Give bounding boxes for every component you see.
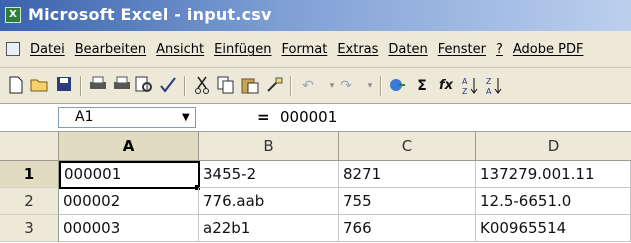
- column-header-row: A B C D: [0, 132, 631, 161]
- formula-bar: A1 ▼ = 000001: [0, 104, 631, 132]
- svg-text:A: A: [462, 77, 468, 86]
- toolbar-separator: [380, 76, 381, 96]
- svg-text:Z: Z: [486, 77, 492, 86]
- open-icon[interactable]: [30, 76, 50, 96]
- row-header-3[interactable]: 3: [0, 215, 59, 242]
- standard-toolbar: ↶ ▾ ↷ ▾ Σ fx AZ ZA: [0, 68, 631, 104]
- cell-a2[interactable]: 000002: [59, 188, 199, 215]
- document-icon[interactable]: [6, 42, 20, 56]
- cell-d3[interactable]: K00965514: [476, 215, 631, 242]
- menu-bearbeiten[interactable]: Bearbeiten: [71, 42, 152, 57]
- cell-b2[interactable]: 776.aab: [199, 188, 339, 215]
- redo-dropdown-icon[interactable]: ▾: [360, 76, 380, 96]
- svg-text:Z: Z: [462, 87, 468, 96]
- copy-icon[interactable]: [216, 76, 236, 96]
- menu-extras[interactable]: Extras: [333, 42, 384, 57]
- redo-icon[interactable]: ↷: [336, 76, 356, 96]
- print-icon[interactable]: [88, 76, 108, 96]
- formula-equals-sign: =: [257, 108, 270, 126]
- undo-icon[interactable]: ↶: [298, 76, 318, 96]
- cell-c3[interactable]: 766: [339, 215, 476, 242]
- menu-list: Datei Bearbeiten Ansicht Einfügen Format…: [26, 42, 589, 57]
- sort-ascending-icon[interactable]: AZ: [460, 76, 480, 96]
- cell-c2[interactable]: 755: [339, 188, 476, 215]
- row-header-1[interactable]: 1: [0, 161, 59, 188]
- toolbar-separator: [184, 76, 185, 96]
- sort-descending-icon[interactable]: ZA: [484, 76, 504, 96]
- format-painter-icon[interactable]: [264, 76, 284, 96]
- function-icon[interactable]: fx: [436, 76, 456, 96]
- cell-a3[interactable]: 000003: [59, 215, 199, 242]
- menu-adobe-pdf[interactable]: Adobe PDF: [509, 42, 590, 57]
- row-header-2[interactable]: 2: [0, 188, 59, 215]
- print-preview-icon[interactable]: [112, 76, 132, 96]
- cell-b3[interactable]: a22b1: [199, 215, 339, 242]
- column-header-a[interactable]: A: [59, 132, 199, 160]
- menu-einfuegen[interactable]: Einfügen: [210, 42, 277, 57]
- spellcheck-icon[interactable]: [158, 76, 178, 96]
- column-header-b[interactable]: B: [199, 132, 339, 160]
- hyperlink-icon[interactable]: [388, 76, 408, 96]
- cell-a1[interactable]: 000001: [59, 161, 200, 189]
- formula-input[interactable]: 000001: [280, 108, 337, 126]
- cell-d2[interactable]: 12.5-6651.0: [476, 188, 631, 215]
- cut-icon[interactable]: [192, 76, 212, 96]
- name-box[interactable]: A1 ▼: [58, 107, 196, 128]
- excel-app-icon[interactable]: X: [5, 7, 21, 23]
- paste-icon[interactable]: [240, 76, 260, 96]
- column-header-d[interactable]: D: [476, 132, 631, 160]
- menu-ansicht[interactable]: Ansicht: [152, 42, 210, 57]
- menu-fenster[interactable]: Fenster: [434, 42, 492, 57]
- name-box-value: A1: [75, 109, 94, 125]
- column-header-c[interactable]: C: [339, 132, 476, 160]
- toolbar-separator: [80, 76, 81, 96]
- select-all-corner[interactable]: [0, 132, 59, 160]
- menu-datei[interactable]: Datei: [26, 42, 71, 57]
- window-title: Microsoft Excel - input.csv: [28, 5, 272, 24]
- menu-help[interactable]: ?: [492, 42, 509, 57]
- preview-icon[interactable]: [134, 76, 154, 96]
- chevron-down-icon[interactable]: ▼: [182, 112, 190, 123]
- save-icon[interactable]: [54, 76, 74, 96]
- toolbar-separator: [290, 76, 291, 96]
- title-bar: X Microsoft Excel - input.csv: [0, 0, 631, 31]
- menu-daten[interactable]: Daten: [384, 42, 433, 57]
- menu-format[interactable]: Format: [278, 42, 334, 57]
- svg-text:A: A: [486, 87, 492, 96]
- new-icon[interactable]: [6, 76, 26, 96]
- cell-b1[interactable]: 3455-2: [199, 161, 339, 188]
- menu-bar: Datei Bearbeiten Ansicht Einfügen Format…: [0, 31, 631, 68]
- cell-d1[interactable]: 137279.001.11: [476, 161, 631, 188]
- autosum-icon[interactable]: Σ: [412, 76, 432, 96]
- cell-c1[interactable]: 8271: [339, 161, 476, 188]
